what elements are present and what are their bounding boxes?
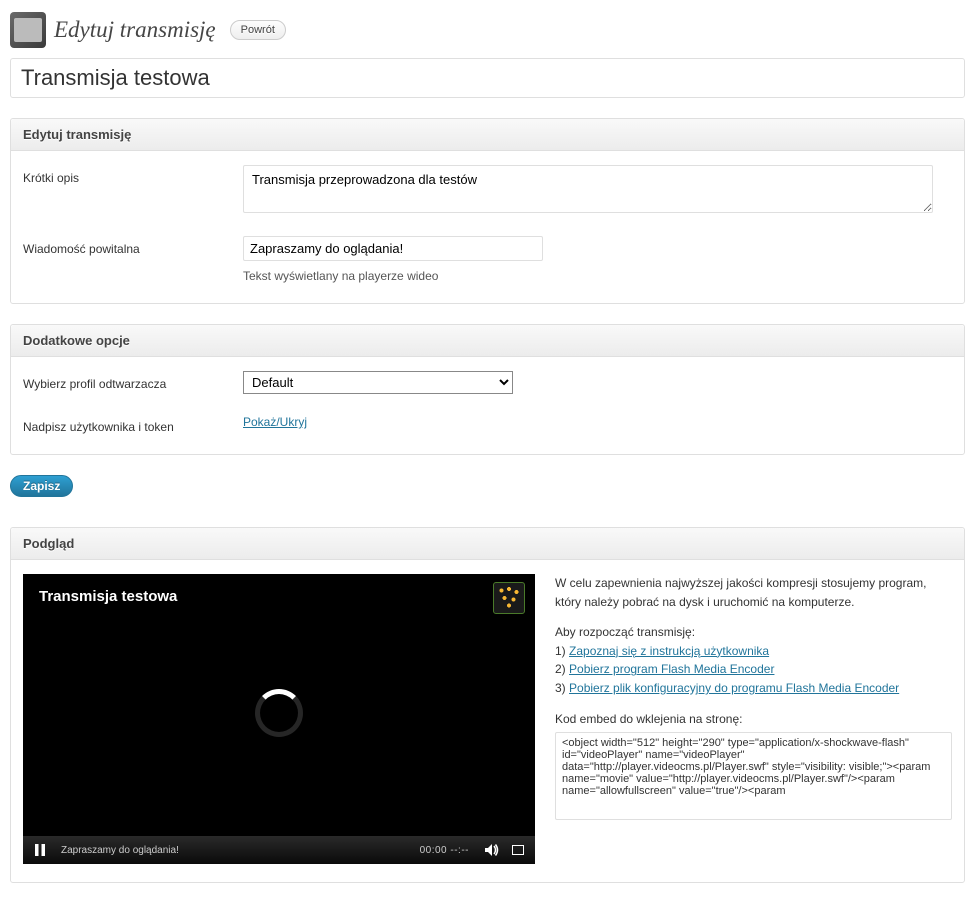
steps-list: 1) Zapoznaj się z instrukcją użytkownika…: [555, 642, 952, 698]
welcome-label: Wiadomość powitalna: [23, 236, 243, 256]
info-paragraph: W celu zapewnienia najwyższej jakości ko…: [555, 574, 952, 611]
welcome-input[interactable]: [243, 236, 543, 261]
video-player[interactable]: Transmisja testowa Zapraszamy do oglądan…: [23, 574, 535, 864]
step-2-link[interactable]: Pobierz program Flash Media Encoder: [569, 662, 774, 676]
title-field-wrap: [10, 58, 965, 98]
player-controls: Zapraszamy do oglądania! 00:00 --:--: [23, 836, 535, 864]
options-panel-heading: Dodatkowe opcje: [11, 325, 964, 357]
options-panel: Dodatkowe opcje Wybierz profil odtwarzac…: [10, 324, 965, 455]
player-welcome-text: Zapraszamy do oglądania!: [53, 845, 410, 856]
step-1-link[interactable]: Zapoznaj się z instrukcją użytkownika: [569, 644, 769, 658]
embed-code-textarea[interactable]: <object width="512" height="290" type="a…: [555, 732, 952, 820]
toggle-link[interactable]: Pokaż/Ukryj: [243, 415, 307, 429]
page-header: Edytuj transmisję Powrót: [10, 0, 965, 58]
preview-panel-heading: Podgląd: [11, 528, 964, 560]
edit-panel-heading: Edytuj transmisję: [11, 119, 964, 151]
short-desc-textarea[interactable]: Transmisja przeprowadzona dla testów: [243, 165, 933, 213]
short-desc-label: Krótki opis: [23, 165, 243, 185]
volume-button[interactable]: [479, 839, 505, 861]
player-title: Transmisja testowa: [39, 588, 177, 605]
override-label: Nadpisz użytkownika i token: [23, 414, 243, 434]
welcome-help: Tekst wyświetlany na playerze wideo: [243, 269, 952, 283]
pause-button[interactable]: [27, 839, 53, 861]
profile-select[interactable]: Default: [243, 371, 513, 394]
edit-panel: Edytuj transmisję Krótki opis Transmisja…: [10, 118, 965, 304]
transmission-title-input[interactable]: [10, 58, 965, 98]
profile-label: Wybierz profil odtwarzacza: [23, 371, 243, 391]
film-icon: [10, 12, 46, 48]
return-button[interactable]: Powrót: [230, 20, 286, 40]
embed-label: Kod embed do wklejenia na stronę:: [555, 710, 952, 729]
step-3-link[interactable]: Pobierz plik konfiguracyjny do programu …: [569, 681, 899, 695]
steps-intro: Aby rozpocząć transmisję:: [555, 623, 952, 642]
loading-spinner-icon: [255, 689, 303, 737]
info-panel: W celu zapewnienia najwyższej jakości ko…: [555, 574, 952, 864]
player-logo-icon: [493, 582, 525, 614]
save-button[interactable]: Zapisz: [10, 475, 73, 497]
preview-panel: Podgląd Transmisja testowa Zapraszamy do…: [10, 527, 965, 883]
player-time: 00:00 --:--: [410, 845, 479, 856]
page-title: Edytuj transmisję: [54, 17, 216, 43]
fullscreen-button[interactable]: [505, 839, 531, 861]
